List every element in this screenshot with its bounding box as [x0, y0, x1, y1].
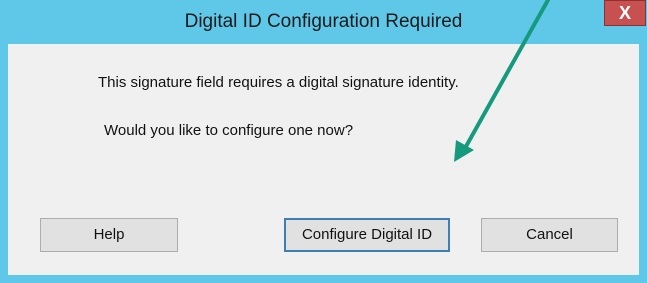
cancel-button[interactable]: Cancel [481, 218, 618, 252]
dialog-body: This signature field requires a digital … [8, 44, 639, 275]
message-line-1: This signature field requires a digital … [98, 74, 459, 91]
message-line-2: Would you like to configure one now? [104, 122, 354, 139]
dialog-window: Digital ID Configuration Required X This… [0, 0, 647, 283]
close-button[interactable]: X [604, 0, 646, 26]
title-bar[interactable]: Digital ID Configuration Required X [0, 0, 647, 44]
configure-digital-id-button[interactable]: Configure Digital ID [284, 218, 450, 252]
help-button[interactable]: Help [40, 218, 178, 252]
dialog-title: Digital ID Configuration Required [184, 11, 463, 32]
